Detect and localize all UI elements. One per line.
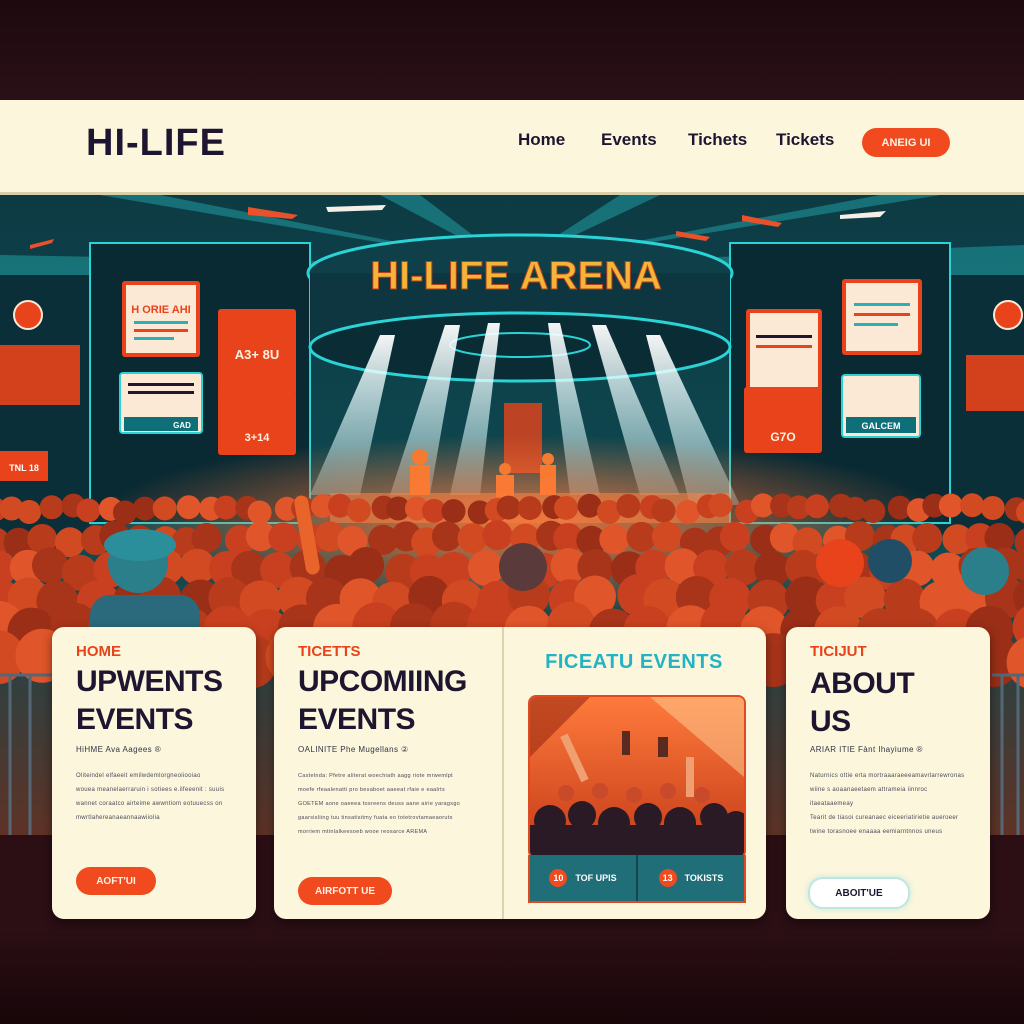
site-logo[interactable]: HI-LIFE	[86, 122, 226, 165]
nav-events[interactable]: Events	[601, 130, 657, 150]
svg-text:H ORIE AHI: H ORIE AHI	[131, 304, 191, 316]
svg-text:HI-LIFE ARENA: HI-LIFE ARENA	[370, 254, 662, 298]
bottom-dark-band	[0, 930, 1024, 1024]
svg-text:GAD: GAD	[173, 421, 191, 430]
featured-strip: 10 TOF UPIS 13 TOKISTS	[528, 855, 746, 903]
card-kicker: TICETTS	[298, 643, 361, 660]
card-body-text: Oliteindel elfaeeit emilwdemlorgneoiiooi…	[76, 773, 225, 821]
card-body-text: Naturnics ottie erta mortraaaraeeeamavrl…	[810, 773, 965, 835]
svg-text:GALCEM: GALCEM	[862, 421, 901, 431]
top-dark-band	[0, 0, 1024, 100]
about-us-button[interactable]: ABOIT'UE	[808, 877, 910, 909]
number-badge-icon: 10	[549, 869, 568, 887]
card-subtitle: OALINITE Phe Mugellans ②	[298, 745, 409, 754]
card-heading: UPWENTS EVENTS	[76, 665, 223, 736]
svg-text:3+14: 3+14	[245, 432, 271, 444]
nav-home[interactable]: Home	[518, 130, 565, 150]
card-kicker: TICIJUT	[810, 643, 867, 660]
featured-top-ups[interactable]: 10 TOF UPIS	[530, 855, 636, 901]
card-subtitle: HiHME Ava Aagees ®	[76, 745, 161, 754]
svg-text:G7O: G7O	[770, 430, 795, 444]
card-subtitle: ARIAR ITIE Fànt Ihayiume ®	[810, 745, 923, 754]
header-cta-button[interactable]: ANEIG UI	[862, 128, 950, 157]
card-about: TICIJUT ABOUT US ARIAR ITIE Fànt Ihayium…	[786, 627, 990, 919]
nav-tickets[interactable]: Tickets	[776, 130, 834, 150]
card-home: HOME UPWENTS EVENTS HiHME Ava Aagees ® O…	[52, 627, 256, 919]
svg-text:A3+ 8U: A3+ 8U	[235, 347, 279, 362]
card-tickets: TICETTS UPCOMIING EVENTS OALINITE Phe Mu…	[274, 627, 502, 919]
featured-concert-image[interactable]	[528, 695, 746, 859]
number-badge-icon: 13	[658, 869, 677, 887]
card-heading: ABOUT US	[810, 667, 915, 738]
card-heading: UPCOMIING EVENTS	[298, 665, 467, 736]
site-header: HI-LIFE Home Events Tichets Tickets ANEI…	[0, 100, 1024, 195]
svg-text:TNL 18: TNL 18	[9, 463, 39, 473]
featured-title: FICEATU EVENTS	[545, 651, 723, 673]
card-tickets-button[interactable]: AIRFOTT UE	[298, 877, 392, 905]
card-body-text: Castelnda: Pfetre aliterat woechiath aag…	[298, 773, 461, 835]
featured-tokists[interactable]: 13 TOKISTS	[636, 855, 744, 901]
card-events-panel: TICETTS UPCOMIING EVENTS OALINITE Phe Mu…	[274, 627, 766, 919]
card-home-button[interactable]: AOFT'UI	[76, 867, 156, 895]
card-kicker: HOME	[76, 643, 121, 660]
card-featured: FICEATU EVENTS 10 TOF UPIS 13 TOKISTS	[502, 627, 766, 919]
nav-tichets[interactable]: Tichets	[688, 130, 747, 150]
